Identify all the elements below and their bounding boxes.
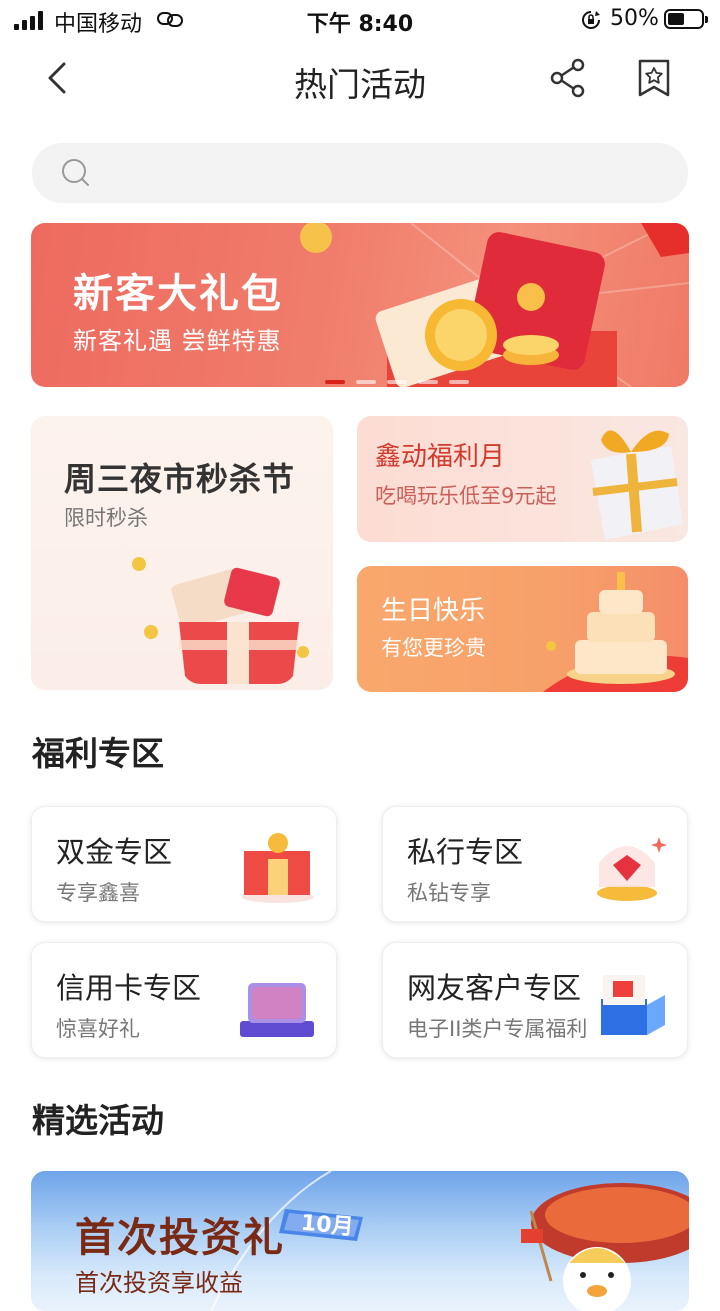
carousel-indicator <box>325 369 480 387</box>
status-bar: 中国移动 下午 8:40 50% <box>0 0 720 40</box>
gift-box-icon <box>591 430 683 540</box>
zone-subtitle: 惊喜好礼 <box>56 1017 140 1041</box>
battery-icon <box>664 9 708 29</box>
diamond-icon <box>597 837 667 901</box>
banner-carousel[interactable]: 新客大礼包 新客礼遇 尝鲜特惠 <box>31 223 689 387</box>
activity-title: 周三夜市秒杀节 <box>64 460 296 498</box>
activity-subtitle: 限时秒杀 <box>64 506 148 530</box>
banner-title: 新客大礼包 <box>73 271 283 317</box>
battery-level <box>668 13 684 25</box>
carousel-dot[interactable] <box>356 380 376 384</box>
carousel-dot[interactable] <box>449 380 469 384</box>
zone-title: 私行专区 <box>407 835 524 869</box>
activity-card-welfare-month[interactable]: 鑫动福利月 吃喝玩乐低至9元起 <box>357 416 688 542</box>
gold-gift-icon <box>242 833 314 903</box>
zone-title: 双金专区 <box>56 835 173 869</box>
birthday-cake-icon <box>543 572 688 692</box>
search-input[interactable] <box>108 153 672 195</box>
section-title-welfare: 福利专区 <box>32 734 164 773</box>
featured-card-first-investment[interactable]: 首次投资礼 10月 首次投资享收益 <box>31 1171 689 1311</box>
featured-card-title: 首次投资礼 <box>75 1215 285 1261</box>
share-icon[interactable] <box>546 56 590 100</box>
month-badge-text: 10月 <box>299 1210 355 1241</box>
search-icon <box>62 159 89 186</box>
carousel-dot[interactable] <box>325 380 345 384</box>
featured-card-subtitle: 首次投资享收益 <box>75 1269 243 1297</box>
search-bar[interactable] <box>32 143 688 203</box>
page-title: 热门活动 <box>294 65 426 104</box>
activity-title: 鑫动福利月 <box>375 442 506 472</box>
zone-title: 网友客户专区 <box>407 971 582 1005</box>
rotation-lock-icon <box>582 11 600 29</box>
zone-subtitle: 电子II类户专属福利 <box>407 1017 588 1041</box>
battery-percent: 50% <box>610 6 659 31</box>
activity-title: 生日快乐 <box>381 596 486 626</box>
carousel-dot[interactable] <box>418 380 438 384</box>
zone-card-online-customer[interactable]: 网友客户专区 电子II类户专属福利 <box>382 942 688 1058</box>
carousel-dot[interactable] <box>387 380 407 384</box>
zone-card-dual-gold[interactable]: 双金专区 专享鑫喜 <box>31 806 337 922</box>
blue-gift-box-icon <box>601 975 665 1035</box>
bookmark-icon[interactable] <box>632 56 676 100</box>
activity-card-birthday[interactable]: 生日快乐 有您更珍贵 <box>357 566 688 692</box>
zone-title: 信用卡专区 <box>56 971 202 1005</box>
gift-box-icon <box>132 557 309 684</box>
zone-card-credit-card[interactable]: 信用卡专区 惊喜好礼 <box>31 942 337 1058</box>
activity-subtitle: 吃喝玩乐低至9元起 <box>375 484 557 508</box>
activity-card-night-market[interactable]: 周三夜市秒杀节 限时秒杀 <box>31 416 333 690</box>
zone-subtitle: 专享鑫喜 <box>56 881 140 905</box>
credit-card-icon <box>240 983 314 1037</box>
banner-subtitle: 新客礼遇 尝鲜特惠 <box>73 327 282 355</box>
zone-card-private-bank[interactable]: 私行专区 私钻专享 <box>382 806 688 922</box>
zone-subtitle: 私钻专享 <box>407 881 491 905</box>
activity-subtitle: 有您更珍贵 <box>381 636 486 660</box>
section-title-featured: 精选活动 <box>32 1101 164 1140</box>
